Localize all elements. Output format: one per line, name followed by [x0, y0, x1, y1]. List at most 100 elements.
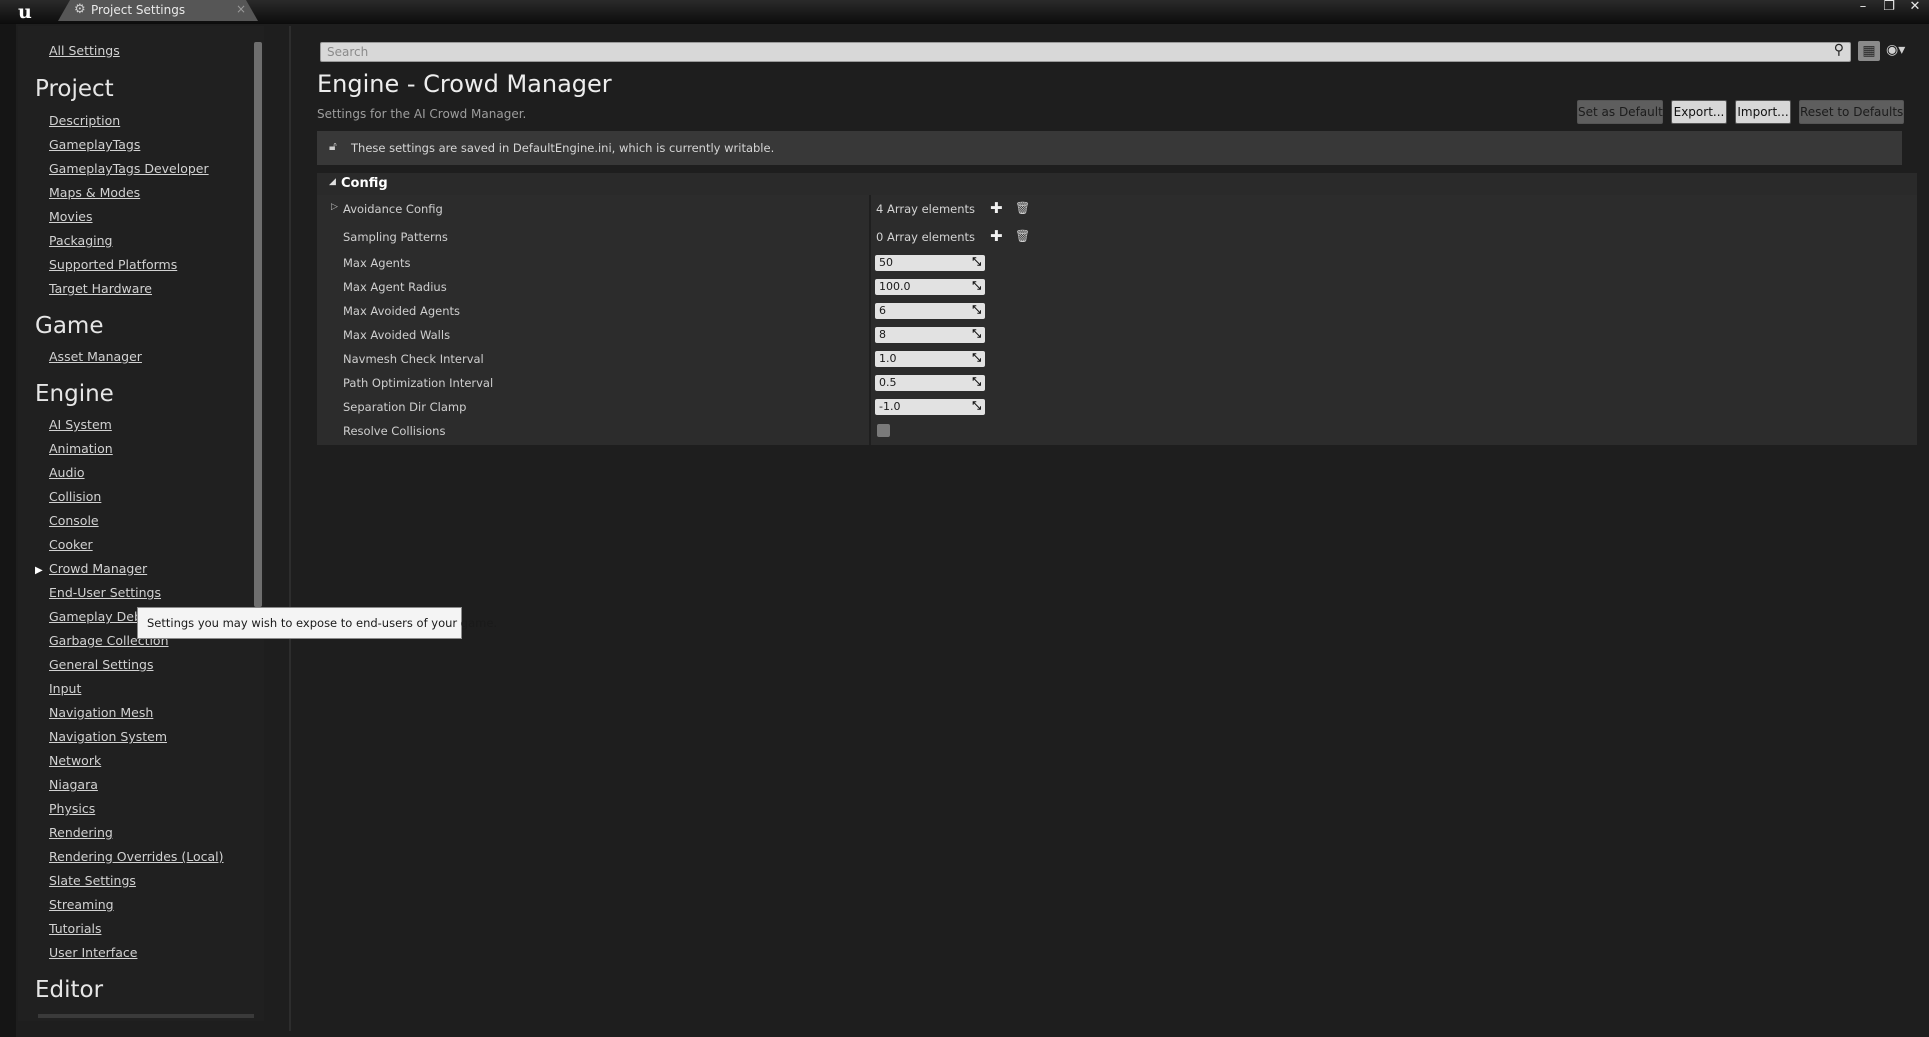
search-bar[interactable]: ⚲ [320, 42, 1851, 62]
nav-tutorials[interactable]: Tutorials [49, 921, 101, 936]
max-avoided-agents-value[interactable]: 6 [879, 304, 886, 317]
nav-gameplaytags[interactable]: GameplayTags [49, 137, 140, 152]
trash-icon[interactable]: 🗑︎ [1015, 201, 1030, 215]
resolve-collisions-checkbox[interactable] [877, 424, 890, 437]
max-avoided-agents-field[interactable]: 6 ⤡ [875, 303, 985, 319]
separation-dir-clamp-label: Separation Dir Clamp [343, 400, 467, 414]
nav-end-user-settings[interactable]: End-User Settings [49, 585, 161, 600]
nav-collision[interactable]: Collision [49, 489, 101, 504]
set-as-default-button[interactable]: Set as Default [1577, 100, 1663, 124]
minimize-icon[interactable]: – [1855, 0, 1871, 14]
nav-user-interface[interactable]: User Interface [49, 945, 137, 960]
nav-console[interactable]: Console [49, 513, 99, 528]
page-subtitle: Settings for the AI Crowd Manager. [317, 107, 527, 121]
nav-slate-settings[interactable]: Slate Settings [49, 873, 136, 888]
add-icon[interactable]: ✚ [990, 229, 1003, 244]
separation-dir-clamp-value[interactable]: -1.0 [879, 400, 900, 413]
nav-navigation-mesh[interactable]: Navigation Mesh [49, 705, 153, 720]
export-button[interactable]: Export... [1671, 100, 1727, 124]
nav-maps-modes[interactable]: Maps & Modes [49, 185, 140, 200]
max-avoided-walls-field[interactable]: 8 ⤡ [875, 327, 985, 343]
sidebar-scrollbar[interactable] [254, 42, 262, 607]
collapse-arrow-icon[interactable]: ◢ [329, 177, 336, 187]
path-optimization-interval-field[interactable]: 0.5 ⤡ [875, 375, 985, 391]
nav-gameplaytags-developer[interactable]: GameplayTags Developer [49, 161, 209, 176]
section-heading-editor: Editor [35, 977, 104, 1003]
spin-icon[interactable]: ⤡ [972, 279, 981, 293]
max-avoided-walls-value[interactable]: 8 [879, 328, 886, 341]
nav-gameplay-debugger[interactable]: Gameplay Debu [49, 609, 150, 624]
nav-physics[interactable]: Physics [49, 801, 95, 816]
trash-icon[interactable]: 🗑︎ [1015, 229, 1030, 243]
nav-packaging[interactable]: Packaging [49, 233, 112, 248]
column-divider[interactable] [869, 195, 871, 445]
nav-general-settings[interactable]: General Settings [49, 657, 154, 672]
separation-dir-clamp-field[interactable]: -1.0 ⤡ [875, 399, 985, 415]
config-title: Config [341, 176, 388, 191]
spin-icon[interactable]: ⤡ [972, 375, 981, 389]
nav-asset-manager[interactable]: Asset Manager [49, 349, 142, 364]
spin-icon[interactable]: ⤡ [972, 351, 981, 365]
section-heading-project: Project [35, 76, 114, 102]
nav-supported-platforms[interactable]: Supported Platforms [49, 257, 177, 272]
notice-text: These settings are saved in DefaultEngin… [351, 141, 775, 155]
sampling-patterns-label: Sampling Patterns [343, 230, 448, 244]
expand-arrow-icon[interactable]: ▷ [331, 202, 338, 212]
tab-project-settings[interactable]: ⚙ Project Settings × [58, 0, 258, 21]
nav-all-settings[interactable]: All Settings [49, 43, 120, 58]
max-agents-label: Max Agents [343, 256, 411, 270]
path-optimization-interval-value[interactable]: 0.5 [879, 376, 897, 389]
sidebar-horizontal-scrollbar[interactable] [38, 1014, 254, 1018]
nav-streaming[interactable]: Streaming [49, 897, 114, 912]
spin-icon[interactable]: ⤡ [972, 399, 981, 413]
nav-animation[interactable]: Animation [49, 441, 113, 456]
panel-splitter[interactable] [289, 26, 291, 1031]
title-bar: u ⚙ Project Settings × – ❐ ✕ [0, 0, 1929, 24]
spin-icon[interactable]: ⤡ [972, 303, 981, 317]
tooltip: Settings you may wish to expose to end-u… [137, 607, 497, 639]
nav-rendering[interactable]: Rendering [49, 825, 113, 840]
max-agents-value[interactable]: 50 [879, 256, 893, 269]
nav-target-hardware[interactable]: Target Hardware [49, 281, 152, 296]
section-heading-engine: Engine [35, 381, 114, 407]
add-icon[interactable]: ✚ [990, 201, 1003, 216]
nav-cooker[interactable]: Cooker [49, 537, 93, 552]
gear-icon: ⚙ [74, 2, 86, 17]
navmesh-check-interval-field[interactable]: 1.0 ⤡ [875, 351, 985, 367]
max-avoided-agents-label: Max Avoided Agents [343, 304, 461, 318]
avoidance-config-count: 4 Array elements [876, 202, 976, 216]
nav-audio[interactable]: Audio [49, 465, 85, 480]
max-agent-radius-label: Max Agent Radius [343, 280, 447, 294]
nav-ai-system[interactable]: AI System [49, 417, 112, 432]
navmesh-check-interval-value[interactable]: 1.0 [879, 352, 897, 365]
max-avoided-walls-label: Max Avoided Walls [343, 328, 451, 342]
nav-crowd-manager[interactable]: Crowd Manager [49, 561, 147, 576]
nav-navigation-system[interactable]: Navigation System [49, 729, 167, 744]
nav-niagara[interactable]: Niagara [49, 777, 98, 792]
tab-close-icon[interactable]: × [236, 2, 246, 16]
spin-icon[interactable]: ⤡ [972, 327, 981, 341]
resolve-collisions-label: Resolve Collisions [343, 424, 446, 438]
search-icon[interactable]: ⚲ [1834, 42, 1844, 58]
config-header[interactable]: ◢ Config [317, 173, 1917, 195]
unreal-logo-icon: u [18, 1, 32, 23]
import-button[interactable]: Import... [1735, 100, 1791, 124]
close-icon[interactable]: ✕ [1907, 0, 1923, 14]
max-agent-radius-field[interactable]: 100.0 ⤡ [875, 279, 985, 295]
nav-movies[interactable]: Movies [49, 209, 93, 224]
search-input[interactable] [327, 43, 1817, 61]
grid-view-icon[interactable]: ▦ [1858, 41, 1880, 61]
max-agents-field[interactable]: 50 ⤡ [875, 255, 985, 271]
nav-network[interactable]: Network [49, 753, 101, 768]
settings-sidebar: All Settings Project Description Gamepla… [18, 26, 264, 1021]
spin-icon[interactable]: ⤡ [972, 255, 981, 269]
max-agent-radius-value[interactable]: 100.0 [879, 280, 911, 293]
nav-rendering-overrides-local[interactable]: Rendering Overrides (Local) [49, 849, 224, 864]
nav-input[interactable]: Input [49, 681, 81, 696]
reset-to-defaults-button[interactable]: Reset to Defaults [1799, 100, 1904, 124]
restore-icon[interactable]: ❐ [1881, 0, 1897, 14]
window-controls: – ❐ ✕ [1855, 0, 1923, 14]
nav-description[interactable]: Description [49, 113, 120, 128]
section-heading-game: Game [35, 313, 104, 339]
eye-icon[interactable]: ◉▾ [1886, 42, 1905, 58]
